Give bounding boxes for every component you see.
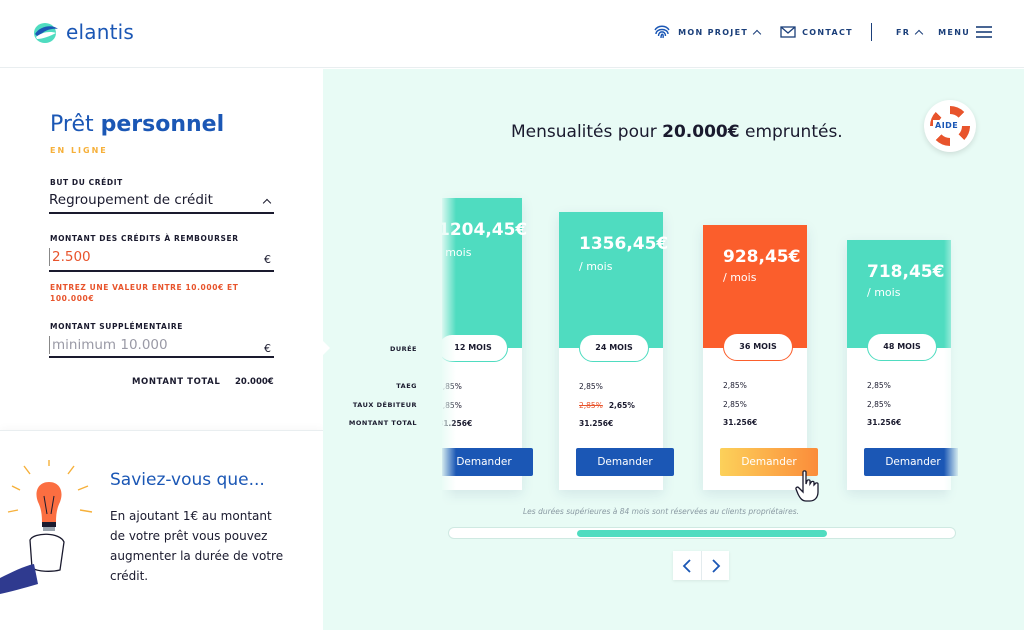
offer-debit-rate: 2,85% (867, 400, 891, 409)
chevron-up-icon (752, 29, 762, 38)
carousel-arrows (673, 551, 729, 580)
header: elantis MON PROJET CONTACT FR MENU (0, 0, 1024, 68)
help-button[interactable]: AIDE (924, 100, 976, 152)
offer-per-month: / mois (867, 286, 901, 299)
carousel-scrollbar-thumb[interactable] (577, 530, 827, 537)
credit-amount-error: ENTREZ UNE VALEUR ENTRE 10.000€ ET 100.0… (50, 283, 239, 303)
nav-mon-projet[interactable]: MON PROJET (652, 22, 762, 42)
row-label-taeg: TAEG (396, 382, 417, 390)
offer-taeg: 2,85% (867, 381, 891, 390)
language-selector[interactable]: FR (895, 27, 924, 38)
offer-debit-rate: 2,85% 2,65% (579, 401, 635, 410)
offer-per-month: / mois (723, 271, 757, 284)
credit-amount-currency: € (264, 253, 271, 266)
offer-taeg: 2,85% (723, 381, 747, 390)
duration-note: Les durées supérieures à 84 mois sont ré… (523, 507, 799, 516)
elantis-logo[interactable]: elantis (32, 20, 134, 44)
offer-duration-pill[interactable]: 48 MOIS (867, 333, 937, 361)
chevron-right-icon (711, 558, 720, 573)
offer-old-rate: 2,85% (579, 401, 603, 410)
credit-amount-underline (49, 270, 274, 272)
logo-mark-icon (34, 23, 58, 43)
loan-purpose-select[interactable]: Regroupement de crédit (49, 192, 213, 208)
heading-amount: 20.000€ (662, 122, 740, 142)
nav-contact-label: CONTACT (802, 27, 853, 37)
offer-per-month: / mois (579, 260, 613, 273)
offer-card-36[interactable]: 928,45€ / mois 36 MOIS 2,85% 2,85% 31.25… (703, 225, 818, 490)
mail-icon (780, 26, 796, 38)
loan-purpose-underline (49, 212, 274, 214)
nav-divider (870, 23, 872, 41)
offer-card-48[interactable]: 718,45€ / mois 48 MOIS 2,85% 2,85% 31.25… (847, 240, 958, 490)
language-label: FR (895, 27, 911, 37)
fingerprint-icon (654, 25, 670, 39)
offer-total: 31.256€ (579, 419, 614, 428)
offer-monthly-amount: 718,45€ (867, 262, 945, 282)
offer-duration-pill[interactable]: 24 MOIS (579, 334, 649, 362)
pointer-hand-icon (795, 470, 819, 502)
offer-duration-pill[interactable]: 36 MOIS (723, 333, 793, 361)
total-amount-value: 20.000€ (235, 377, 274, 387)
panel-pointer (323, 341, 330, 355)
offer-total: 31.256€ (867, 418, 902, 427)
heading-post: empruntés. (739, 122, 843, 142)
loan-purpose-label: BUT DU CRÉDIT (50, 178, 123, 187)
brand-name: elantis (66, 20, 135, 44)
main-nav: MON PROJET CONTACT FR MENU (652, 22, 992, 42)
offers-heading: Mensualités pour 20.000€ empruntés. (511, 122, 843, 142)
offer-new-rate: 2,65% (608, 401, 635, 410)
credit-amount-label: MONTANT DES CRÉDITS À REMBOURSER (50, 234, 239, 243)
row-label-total: MONTANT TOTAL (348, 419, 417, 427)
heading-pre: Mensualités pour (511, 122, 663, 142)
additional-amount-label: MONTANT SUPPLÉMENTAIRE (50, 322, 183, 331)
carousel-next-button[interactable] (701, 551, 729, 580)
additional-amount-underline (49, 356, 274, 358)
row-label-debit-rate: TAUX DÉBITEUR (352, 401, 417, 409)
tip-title: Saviez-vous que... (110, 470, 265, 490)
title-bold: personnel (100, 112, 225, 137)
offer-total: 31.256€ (723, 418, 758, 427)
title-light: Prêt (50, 112, 101, 137)
nav-contact[interactable]: CONTACT (780, 26, 853, 38)
offers-carousel[interactable]: 1204,45€ / mois 12 MOIS 2,85% 2,85% 31.2… (442, 185, 958, 505)
hamburger-icon (976, 26, 992, 38)
help-label: AIDE (933, 120, 961, 131)
offer-taeg: 2,85% (579, 382, 603, 391)
total-amount-label: MONTANT TOTAL (132, 377, 221, 387)
offer-card-24[interactable]: 1356,45€ / mois 24 MOIS 2,85% 2,85% 2,65%… (559, 212, 674, 490)
tip-text: En ajoutant 1€ au montant de votre prêt … (110, 509, 284, 583)
demander-button[interactable]: Demander (576, 448, 674, 476)
offer-monthly-amount: 928,45€ (723, 247, 801, 267)
carousel-fade-right (944, 185, 958, 505)
offer-card-header (559, 212, 663, 348)
lightbulb-hand-icon (0, 460, 93, 594)
menu-label: MENU (938, 27, 970, 37)
row-label-duration: DURÉE (389, 345, 417, 353)
additional-amount-currency: € (264, 342, 271, 355)
offer-debit-rate: 2,85% (723, 400, 747, 409)
page-subtitle: EN LIGNE (50, 146, 108, 155)
carousel-fade-left (442, 185, 456, 505)
nav-mon-projet-label: MON PROJET (678, 27, 749, 37)
chevron-left-icon (682, 558, 691, 573)
carousel-prev-button[interactable] (673, 551, 701, 580)
offer-card-header (703, 225, 807, 348)
offer-monthly-amount: 1356,45€ (579, 234, 669, 254)
menu-button[interactable]: MENU (938, 26, 992, 38)
page-title: Prêt personnel (50, 112, 224, 137)
additional-amount-input[interactable] (49, 336, 249, 354)
chevron-up-icon (914, 29, 924, 38)
credit-amount-input[interactable] (49, 248, 249, 266)
